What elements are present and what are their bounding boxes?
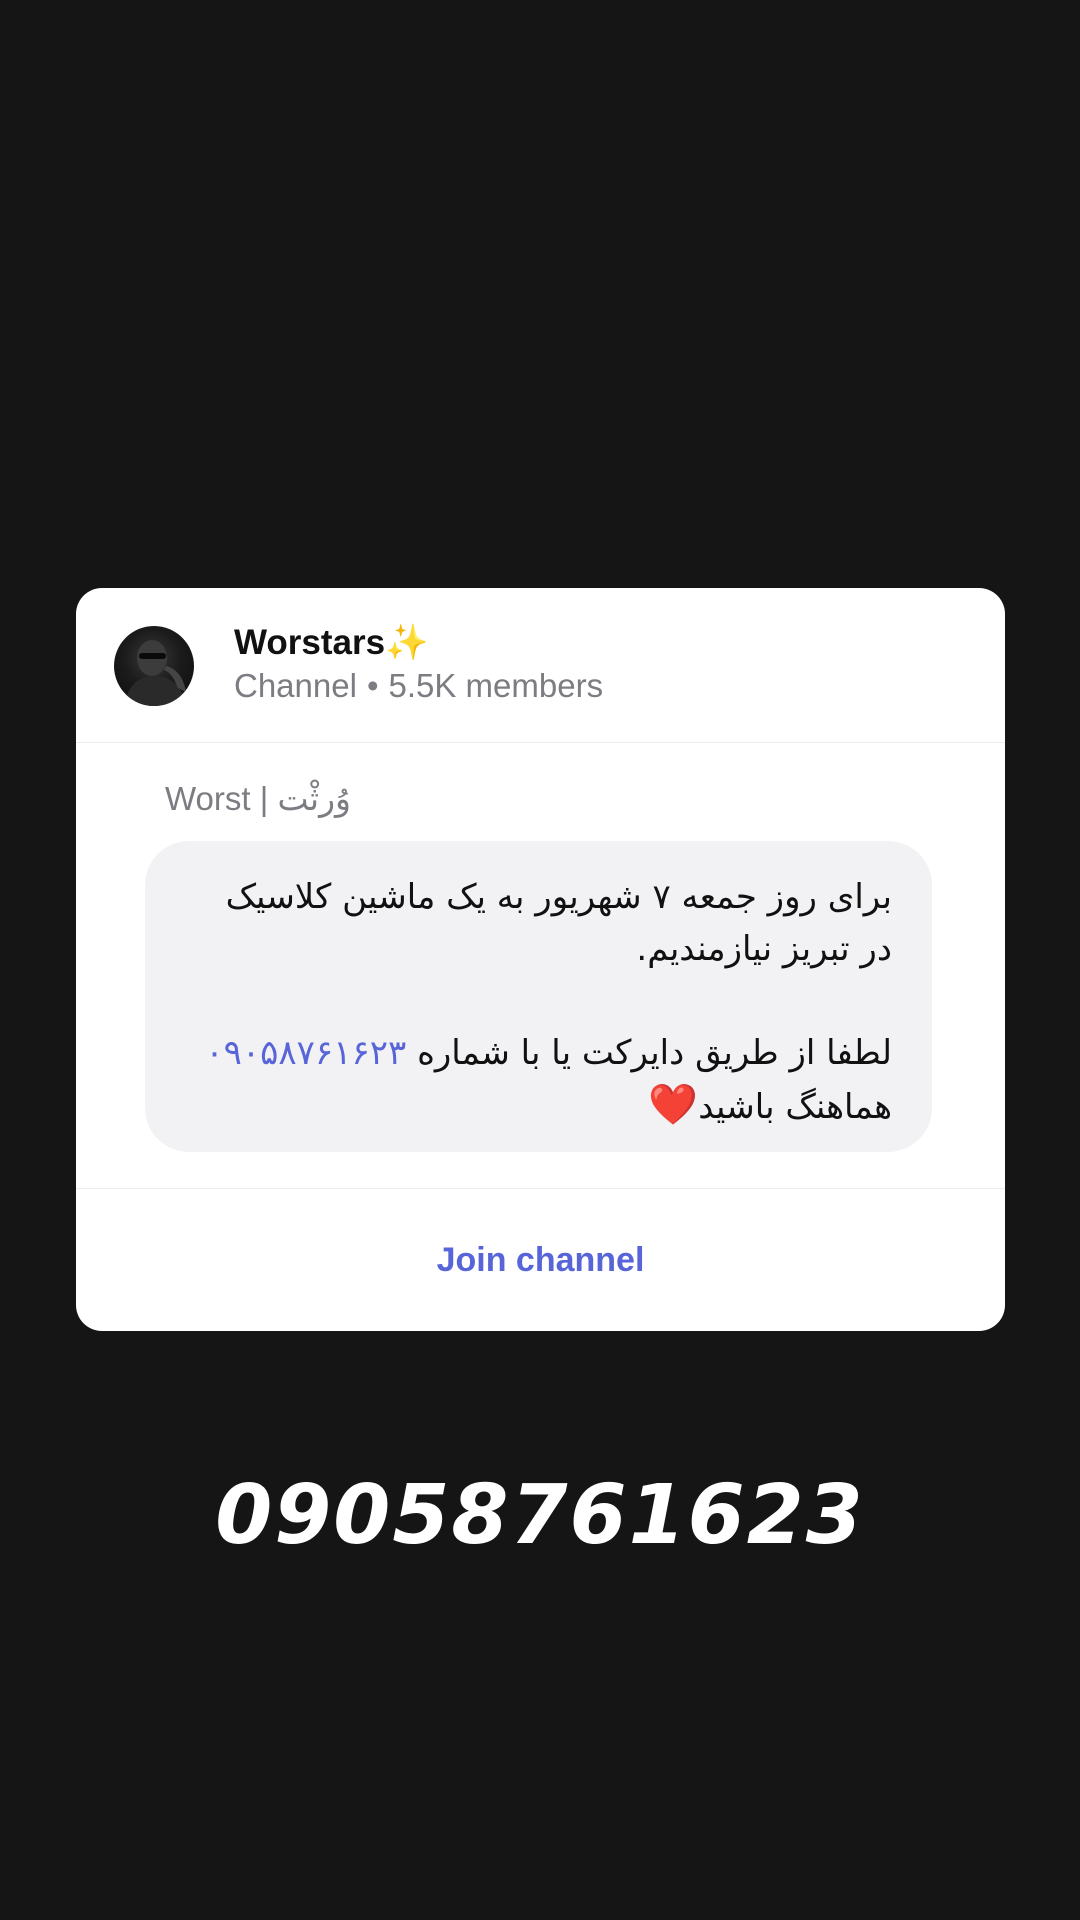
message-line: لطفا از طریق دایرکت یا با شماره ۰۹۰۵۸۷۶۱… bbox=[175, 1027, 892, 1079]
card-footer: Join channel bbox=[76, 1188, 1005, 1331]
meta-separator: • bbox=[366, 667, 379, 704]
channel-preview-card: Worstars✨ Channel • 5.5K members Worst | و… bbox=[76, 588, 1005, 1331]
sparkles-icon: ✨ bbox=[385, 623, 429, 662]
message-line: در تبریز نیازمندیم. bbox=[636, 929, 892, 969]
channel-type: Channel bbox=[234, 667, 357, 704]
message-line: برای روز جمعه ۷ شهریور به یک ماشین کلاسی… bbox=[225, 877, 892, 917]
channel-header[interactable]: Worstars✨ Channel • 5.5K members bbox=[76, 588, 1005, 743]
channel-avatar[interactable] bbox=[114, 626, 194, 706]
overlay-phone-number: 09058761623 bbox=[215, 1468, 865, 1563]
channel-meta: Channel • 5.5K members bbox=[234, 667, 603, 705]
message-sender: Worst | وُرثْت bbox=[165, 780, 351, 817]
message-text: هماهنگ باشید bbox=[698, 1087, 892, 1127]
join-channel-button[interactable]: Join channel bbox=[76, 1241, 1005, 1280]
heart-icon: ❤️ bbox=[648, 1082, 699, 1128]
channel-name-text: Worstars bbox=[234, 623, 386, 662]
message-text: لطفا از طریق دایرکت یا با شماره bbox=[406, 1033, 892, 1073]
message-line: هماهنگ باشید❤️ bbox=[175, 1079, 892, 1133]
member-count: 5.5K members bbox=[388, 667, 604, 704]
phone-link[interactable]: ۰۹۰۵۸۷۶۱۶۲۳ bbox=[205, 1033, 406, 1073]
message-bubble: برای روز جمعه ۷ شهریور به یک ماشین کلاسی… bbox=[145, 841, 932, 1152]
channel-name[interactable]: Worstars✨ bbox=[234, 622, 429, 663]
person-silhouette-icon bbox=[124, 640, 186, 706]
